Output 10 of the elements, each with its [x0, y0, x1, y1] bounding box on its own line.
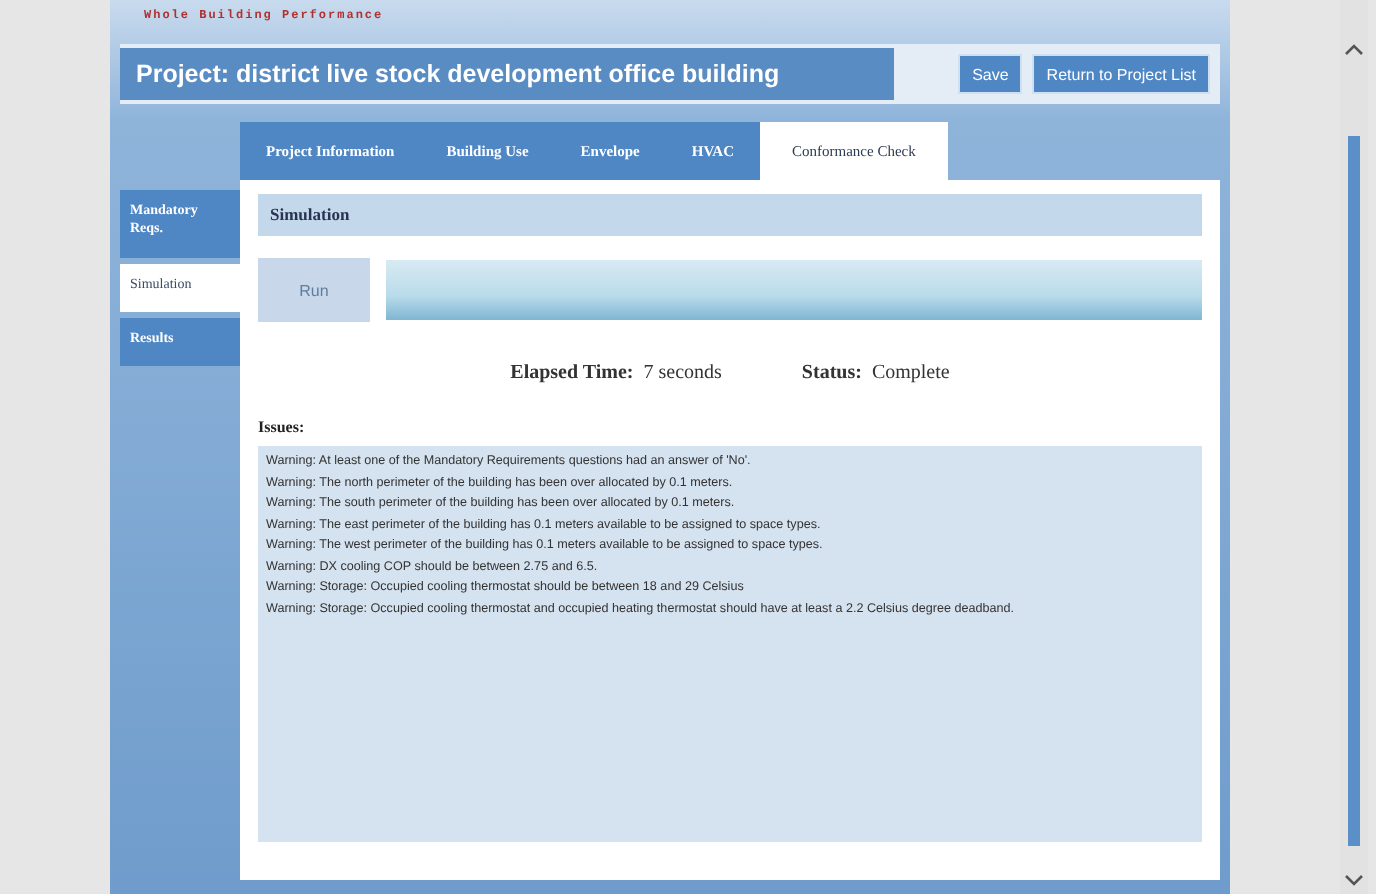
project-title-bar: Project: district live stock development office building: [120, 48, 894, 100]
scroll-down-icon[interactable]: [1344, 874, 1364, 886]
project-button[interactable]: Return to Project List: [1032, 54, 1210, 94]
issues-label: Issues:: [258, 418, 307, 436]
scrollbar[interactable]: [1340, 0, 1368, 894]
project-button[interactable]: Save: [958, 54, 1023, 94]
status-text: Status: Complete: [801, 362, 950, 384]
elapsed-time-text: Elapsed Time: 7 seconds: [510, 362, 722, 384]
scroll-up-icon[interactable]: [1344, 44, 1364, 56]
section-header: Simulation: [258, 194, 1202, 236]
